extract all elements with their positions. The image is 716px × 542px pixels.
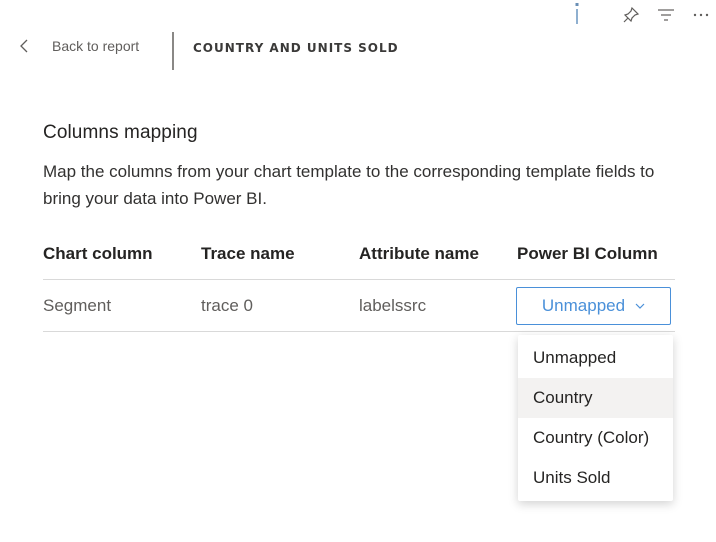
powerbi-column-dropdown: Unmapped Country Country (Color) Units S… (518, 335, 673, 501)
table-header: Chart column Trace name Attribute name P… (43, 244, 675, 280)
header-divider (172, 32, 174, 70)
more-options-icon[interactable] (690, 4, 712, 26)
columns-mapping-section: Columns mapping Map the columns from you… (43, 122, 683, 212)
chevron-down-icon (635, 302, 645, 310)
dropdown-option-units-sold[interactable]: Units Sold (518, 458, 673, 498)
header-attribute-name: Attribute name (359, 244, 479, 263)
cell-trace-name: trace 0 (201, 295, 253, 315)
dropdown-option-country[interactable]: Country (518, 378, 673, 418)
header-powerbi-column: Power BI Column (517, 244, 658, 263)
header-trace-name: Trace name (201, 244, 295, 263)
select-value: Unmapped (541, 295, 626, 315)
back-to-report-button[interactable]: Back to report (20, 38, 139, 54)
report-title: COUNTRY AND UNITS SOLD (193, 41, 399, 55)
dropdown-option-unmapped[interactable]: Unmapped (518, 338, 673, 378)
mapping-table: Chart column Trace name Attribute name P… (43, 244, 675, 332)
header-chart-column: Chart column (43, 244, 153, 263)
cell-chart-column: Segment (43, 295, 112, 315)
dropdown-option-country-color[interactable]: Country (Color) (518, 418, 673, 458)
filter-icon[interactable] (655, 4, 677, 26)
header: Back to report COUNTRY AND UNITS SOLD (0, 32, 716, 72)
chevron-left-icon (20, 38, 34, 54)
section-description: Map the columns from your chart template… (43, 162, 655, 208)
back-to-report-label: Back to report (52, 38, 140, 54)
pin-icon[interactable] (620, 4, 642, 26)
info-icon[interactable] (566, 3, 588, 25)
section-title: Columns mapping (43, 122, 198, 143)
cell-attribute-name: labelssrc (359, 295, 427, 315)
powerbi-column-select[interactable]: Unmapped (516, 286, 671, 325)
table-row: Segment trace 0 labelssrc Unmapped (43, 280, 675, 332)
